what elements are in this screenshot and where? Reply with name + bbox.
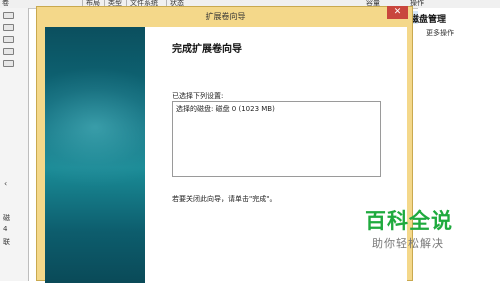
watermark-tagline: 助你轻松解决 — [372, 237, 444, 250]
dialog-title: 扩展卷向导 — [205, 12, 246, 21]
volume-list-strip: ‹ 磁 4 联 — [0, 8, 29, 281]
drive-icon — [3, 24, 14, 31]
wizard-banner-image — [45, 27, 145, 283]
disk-label-fragment: 磁 — [3, 214, 10, 222]
settings-summary-line: 选择的磁盘: 磁盘 0 (1023 MB) — [176, 105, 275, 113]
dialog-body: 完成扩展卷向导 已选择下列设置: 选择的磁盘: 磁盘 0 (1023 MB) 若… — [45, 27, 407, 283]
disk-label-fragment: 4 — [3, 225, 8, 233]
banner-highlight — [45, 67, 145, 187]
selected-settings-label: 已选择下列设置: — [172, 92, 224, 100]
drive-icon — [3, 12, 14, 19]
actions-section-title[interactable]: 磁盘管理 — [408, 11, 498, 25]
finish-instruction: 若要关闭此向导，请单击"完成"。 — [172, 195, 277, 203]
disk-label-fragment: 联 — [3, 238, 10, 246]
more-actions-link[interactable]: 更多操作 — [426, 28, 454, 38]
actions-title-label: 磁盘管理 — [410, 15, 447, 25]
column-header-volume[interactable]: 卷 — [2, 0, 9, 8]
close-button[interactable]: ✕ — [387, 6, 408, 19]
drive-icon — [3, 36, 14, 43]
watermark-logo-text: 百科全说 — [365, 209, 453, 233]
extend-volume-wizard: 扩展卷向导 ✕ 完成扩展卷向导 已选择下列设置: 选择的磁盘: 磁盘 0 (10… — [36, 6, 413, 283]
settings-summary-box[interactable]: 选择的磁盘: 磁盘 0 (1023 MB) — [172, 101, 381, 177]
drive-icon — [3, 60, 14, 67]
wizard-heading: 完成扩展卷向导 — [172, 44, 242, 55]
drive-icon — [3, 48, 14, 55]
scroll-left-icon[interactable]: ‹ — [4, 179, 7, 188]
